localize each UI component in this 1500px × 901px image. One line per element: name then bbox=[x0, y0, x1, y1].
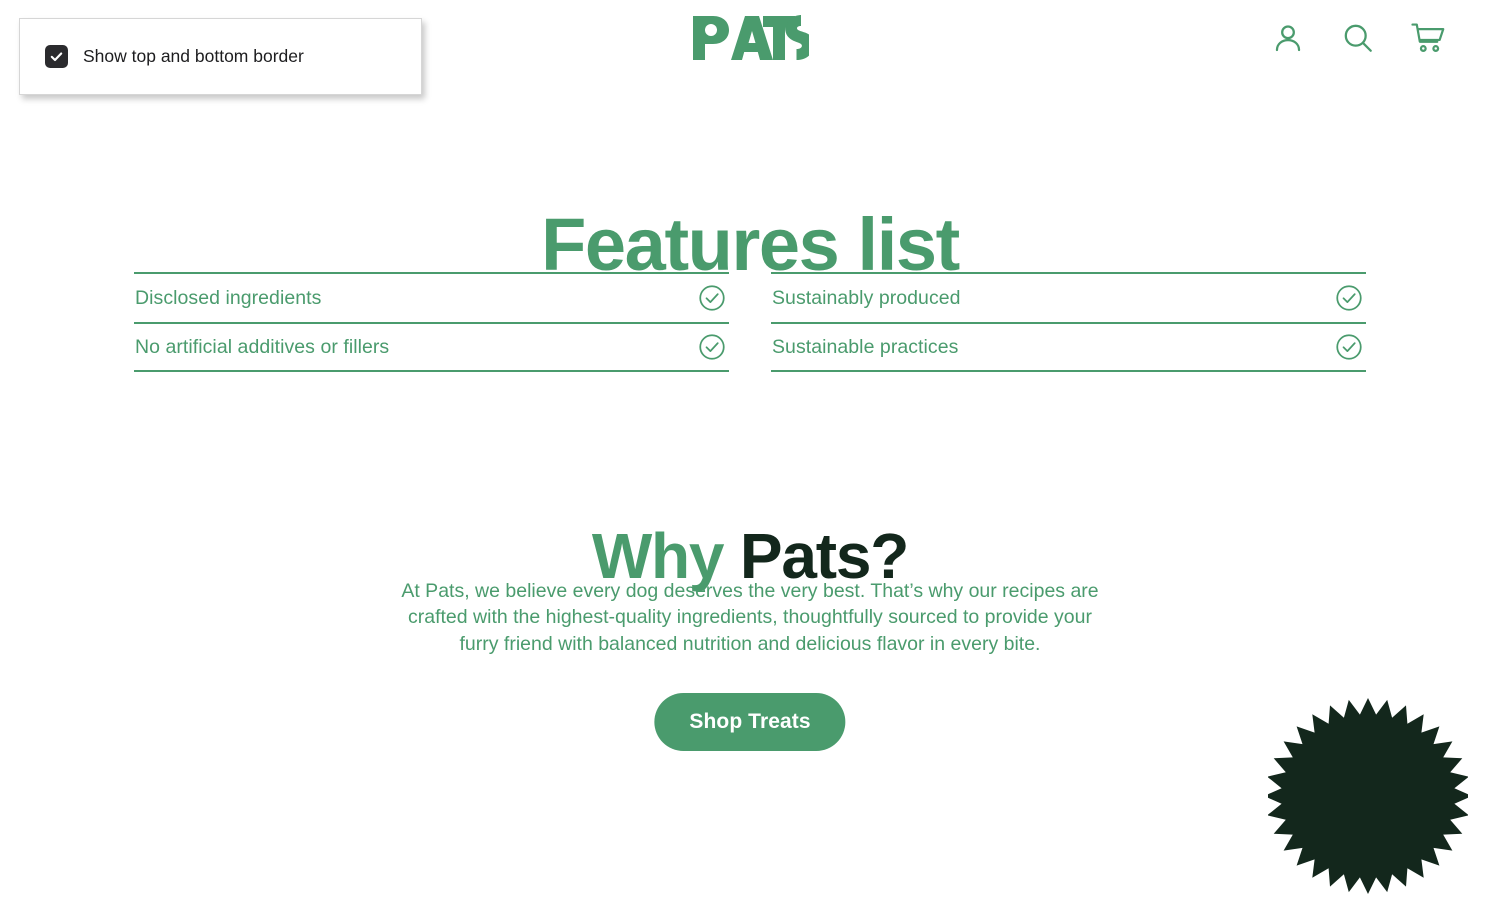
header-icon-group bbox=[1268, 16, 1448, 60]
circle-check-icon bbox=[1334, 332, 1364, 362]
feature-row: Sustainably produced bbox=[771, 272, 1366, 322]
account-icon[interactable] bbox=[1268, 16, 1308, 60]
features-column-left: Disclosed ingredients No artificial addi… bbox=[134, 272, 729, 372]
cart-icon[interactable] bbox=[1408, 16, 1448, 60]
feature-row: Sustainable practices bbox=[771, 322, 1366, 372]
feature-label: Sustainably produced bbox=[772, 286, 961, 309]
starburst-badge-icon bbox=[1264, 696, 1472, 896]
settings-popup-panel: Show top and bottom border bbox=[19, 18, 422, 95]
check-icon bbox=[50, 52, 63, 62]
feature-row: No artificial additives or fillers bbox=[134, 322, 729, 372]
search-icon[interactable] bbox=[1338, 16, 1378, 60]
show-borders-checkbox-row[interactable]: Show top and bottom border bbox=[45, 45, 304, 68]
feature-row: Disclosed ingredients bbox=[134, 272, 729, 322]
feature-label: No artificial additives or fillers bbox=[135, 335, 390, 358]
feature-label: Sustainable practices bbox=[772, 335, 959, 358]
features-grid: Disclosed ingredients No artificial addi… bbox=[134, 272, 1366, 372]
pats-wordmark-icon bbox=[693, 15, 809, 60]
shop-treats-button[interactable]: Shop Treats bbox=[654, 693, 846, 751]
show-borders-label: Show top and bottom border bbox=[83, 46, 304, 66]
feature-label: Disclosed ingredients bbox=[135, 286, 322, 309]
circle-check-icon bbox=[697, 332, 727, 362]
circle-check-icon bbox=[697, 283, 727, 313]
circle-check-icon bbox=[1334, 283, 1364, 313]
why-pats-body: At Pats, we believe every dog deserves t… bbox=[401, 579, 1099, 656]
features-column-right: Sustainably produced Sustainable practic… bbox=[771, 272, 1366, 372]
show-borders-checkbox[interactable] bbox=[45, 45, 68, 68]
